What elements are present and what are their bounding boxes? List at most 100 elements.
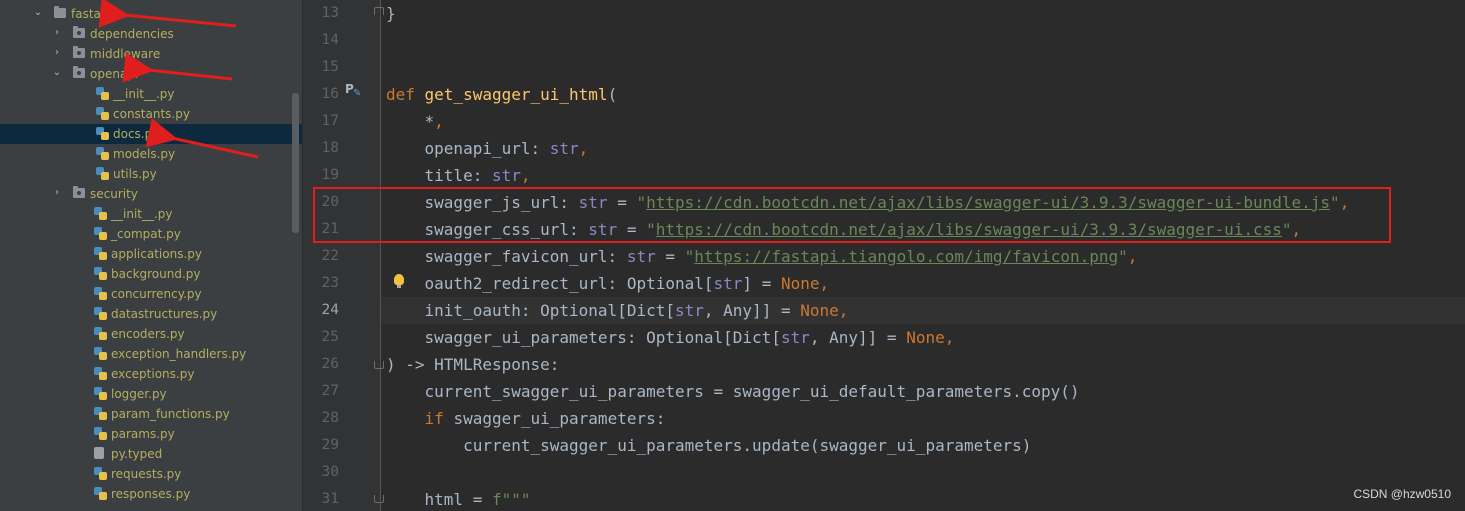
project-tree-panel: ⌄ fastapi › dependencies › middleware ⌄ openapi… [0, 0, 303, 511]
tree-item-label: openapi [90, 67, 139, 81]
fold-marker-icon[interactable] [374, 491, 384, 503]
tree-item[interactable]: exception_handlers.py [0, 344, 302, 364]
code-token: , [819, 274, 830, 293]
tree-item-label: background.py [111, 267, 201, 281]
code-line[interactable]: swagger_favicon_url: str = "https://fast… [386, 243, 1138, 270]
tree-item[interactable]: requests.py [0, 464, 302, 484]
line-number: 26 [321, 356, 339, 372]
tree-item[interactable]: ⌄ fastapi [0, 4, 302, 24]
code-token: None [780, 274, 820, 293]
code-token: } [386, 4, 396, 23]
tree-item[interactable]: ⌄ openapi [0, 64, 302, 84]
package-folder-icon [73, 26, 85, 38]
code-line[interactable]: html = f""" [386, 486, 531, 511]
watermark: CSDN @hzw0510 [1353, 487, 1451, 501]
line-number: 14 [321, 32, 339, 48]
code-line[interactable]: *, [386, 108, 444, 135]
tree-item[interactable]: py.typed [0, 444, 302, 464]
tree-item[interactable]: › dependencies [0, 24, 302, 44]
code-token: def [386, 85, 425, 104]
python-file-icon [94, 307, 107, 320]
lightbulb-icon[interactable] [394, 274, 404, 288]
tree-item[interactable]: _compat.py [0, 224, 302, 244]
tree-item[interactable]: exceptions.py [0, 364, 302, 384]
tree-item[interactable]: concurrency.py [0, 284, 302, 304]
python-file-icon [94, 387, 107, 400]
code-token: , [838, 301, 849, 320]
tree-item[interactable]: › middleware [0, 44, 302, 64]
tree-item[interactable]: params.py [0, 424, 302, 444]
chevron-right-icon[interactable]: › [52, 187, 62, 199]
tree-item[interactable]: param_functions.py [0, 404, 302, 424]
tree-item-label: dependencies [90, 27, 174, 41]
code-line[interactable]: ) -> HTMLResponse: [386, 351, 559, 378]
line-number: 17 [321, 113, 339, 129]
code-line[interactable]: openapi_url: str, [386, 135, 589, 162]
python-file-icon [96, 127, 109, 140]
fold-marker-icon[interactable] [374, 357, 384, 369]
code-line[interactable]: current_swagger_ui_parameters = swagger_… [386, 378, 1080, 405]
tree-item-label: responses.py [111, 487, 191, 501]
tree-item[interactable]: logger.py [0, 384, 302, 404]
tree-item-label: encoders.py [111, 327, 185, 341]
fold-marker-icon[interactable] [374, 7, 384, 19]
tree-item-label: exceptions.py [111, 367, 195, 381]
code-line[interactable]: if swagger_ui_parameters: [386, 405, 666, 432]
tree-item[interactable]: datastructures.py [0, 304, 302, 324]
tree-item-label: param_functions.py [111, 407, 230, 421]
code-token: get_swagger_ui_html [424, 85, 608, 104]
chevron-down-icon[interactable]: ⌄ [52, 67, 62, 79]
code-token: str [780, 328, 810, 347]
tree-item[interactable]: › security [0, 184, 302, 204]
tree-item[interactable]: utils.py [0, 164, 302, 184]
tree-item[interactable]: background.py [0, 264, 302, 284]
tree-scrollbar[interactable] [292, 93, 299, 233]
code-token: " [1118, 247, 1128, 266]
code-token: current_swagger_ui_parameters = swagger_… [386, 382, 1080, 401]
chevron-right-icon[interactable]: › [52, 27, 62, 39]
code-token: , Any]] = [809, 328, 907, 347]
tree-item[interactable]: __init__.py [0, 204, 302, 224]
chevron-right-icon[interactable]: › [52, 47, 62, 59]
tree-item[interactable]: constants.py [0, 104, 302, 124]
file-icon [94, 447, 107, 460]
code-editor[interactable]: 13 14 15 16 17 18 19 20 21 22 23 24 25 26 27 28 29 30 31 }… [303, 0, 1465, 511]
code-line[interactable]: swagger_ui_parameters: Optional[Dict[str… [386, 324, 955, 351]
code-token: if [424, 409, 454, 428]
tree-item-label: concurrency.py [111, 287, 202, 301]
tree-item[interactable]: __init__.py [0, 84, 302, 104]
code-line[interactable]: title: str, [386, 162, 531, 189]
chevron-down-icon[interactable]: ⌄ [33, 7, 43, 19]
python-file-icon [94, 227, 107, 240]
code-token: f""" [491, 490, 531, 509]
code-token: str [674, 301, 704, 320]
tree-item[interactable]: responses.py [0, 484, 302, 504]
code-line[interactable]: def get_swagger_ui_html( [386, 81, 617, 108]
python-file-icon [96, 167, 109, 180]
code-line[interactable]: current_swagger_ui_parameters.update(swa… [386, 432, 1031, 459]
tree-item[interactable]: encoders.py [0, 324, 302, 344]
code-token: , [578, 139, 589, 158]
python-file-icon [96, 147, 109, 160]
package-folder-icon [73, 66, 85, 78]
url-link[interactable]: https://fastapi.tiangolo.com/img/favicon… [694, 247, 1118, 266]
code-token: , Any]] = [703, 301, 801, 320]
code-token: str [713, 274, 743, 293]
tree-item-label: models.py [113, 147, 176, 161]
code-line[interactable]: init_oauth: Optional[Dict[str, Any]] = N… [386, 297, 849, 324]
tree-item[interactable]: applications.py [0, 244, 302, 264]
line-number-gutter: 13 14 15 16 17 18 19 20 21 22 23 24 25 26 27 28 29 30 31 [303, 0, 381, 511]
tree-item-label: utils.py [113, 167, 157, 181]
tree-item-label: datastructures.py [111, 307, 218, 321]
code-token: html = [386, 490, 492, 509]
package-folder-icon [73, 46, 85, 58]
code-line[interactable]: oauth2_redirect_url: Optional[str] = Non… [386, 270, 830, 297]
tree-item-label: __init__.py [113, 87, 175, 101]
tree-item[interactable]: models.py [0, 144, 302, 164]
highlight-box [313, 187, 1391, 243]
code-line[interactable]: } [386, 0, 396, 27]
override-method-icon[interactable]: P [345, 82, 361, 99]
line-number: 31 [321, 491, 339, 507]
python-file-icon [94, 327, 107, 340]
tree-item[interactable]: docs.py [0, 124, 302, 144]
